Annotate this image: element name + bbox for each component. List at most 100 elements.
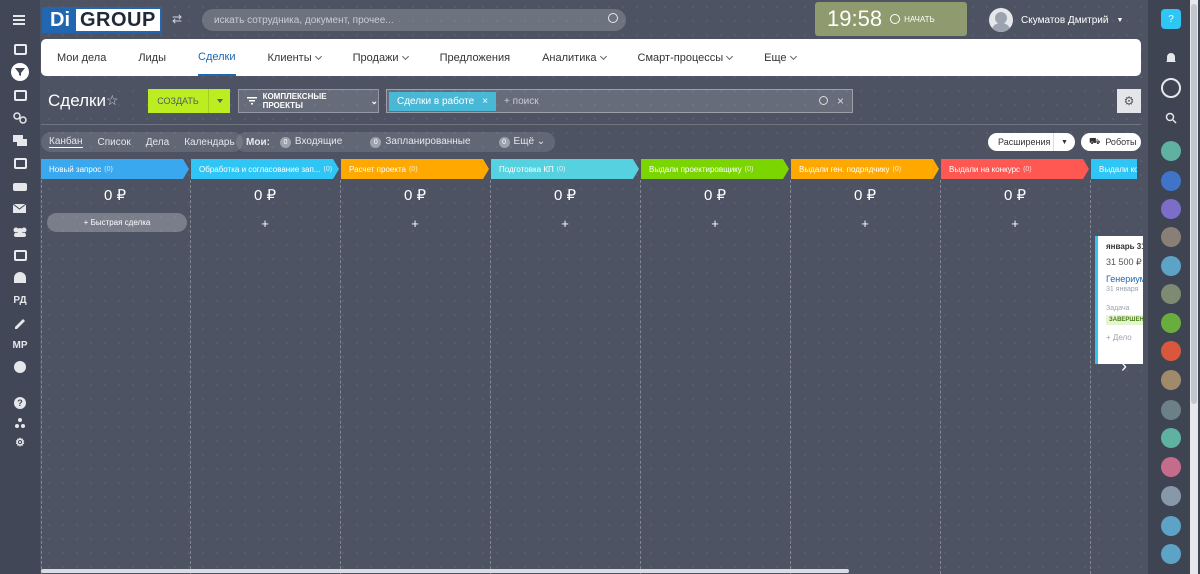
contact-avatar[interactable] (1161, 341, 1181, 361)
play-icon (890, 14, 901, 24)
global-search-input[interactable]: искать сотрудника, документ, прочее... (202, 9, 626, 31)
contact-avatar[interactable] (1161, 256, 1181, 276)
contact-avatar[interactable] (1161, 227, 1181, 247)
contact-avatar[interactable] (1161, 486, 1181, 506)
page-scrollbar[interactable] (1190, 0, 1198, 574)
help-icon[interactable]: ? (1161, 9, 1181, 29)
contact-avatar[interactable] (1161, 400, 1181, 420)
nav-item-6[interactable]: Аналитика (542, 39, 607, 76)
contact-avatar[interactable] (1161, 313, 1181, 333)
view-tab-1[interactable]: Список (98, 137, 131, 148)
column-sum: 0 ₽ (703, 187, 727, 204)
sidebar-item-mr[interactable]: МР (0, 334, 40, 356)
robots-button[interactable]: ⛟ Роботы (1081, 133, 1141, 151)
more-counter[interactable]: 0 Ещё ⌄ (498, 136, 545, 148)
chat-icon[interactable] (0, 130, 40, 152)
crm-icon[interactable] (0, 61, 40, 83)
nav-item-7[interactable]: Смарт-процессы (638, 39, 734, 76)
view-tab-2[interactable]: Дела (146, 137, 169, 148)
nav-item-5[interactable]: Предложения (440, 39, 511, 76)
nav-item-1[interactable]: Лиды (138, 39, 166, 76)
add-deal-icon[interactable]: + (941, 216, 1089, 231)
nav-item-3[interactable]: Клиенты (268, 39, 322, 76)
column-header[interactable]: Выдали ген. подрядчику (0) (791, 159, 939, 179)
extensions-button[interactable]: Расширения ▼ (988, 133, 1075, 151)
contact-avatar[interactable] (1161, 199, 1181, 219)
column-name: Новый запрос (49, 164, 102, 174)
user-menu[interactable]: Скуматов Дмитрий ▼ (989, 8, 1123, 32)
employees-icon[interactable] (0, 221, 40, 243)
planned-counter[interactable]: 0 Запланированные (370, 136, 471, 148)
column-header[interactable]: Расчет проекта (0) (341, 159, 489, 179)
search-icon[interactable] (819, 96, 828, 105)
company-logo[interactable]: Di GROUP (42, 7, 162, 33)
category-select-button[interactable]: КОМПЛЕКСНЫЕ ПРОЕКТЫ ⌄ (238, 89, 379, 113)
contact-avatar[interactable] (1161, 544, 1181, 564)
column-count: (0) (408, 165, 418, 173)
checklist-icon[interactable] (0, 84, 40, 106)
sign-icon[interactable] (0, 312, 40, 334)
start-day-button[interactable]: НАЧАТЬ (890, 14, 935, 24)
column-divider (640, 180, 641, 574)
search-icon[interactable] (1161, 108, 1181, 128)
deal-title[interactable]: январь 31 (1106, 242, 1143, 251)
help-icon[interactable]: ? (0, 392, 40, 414)
column-header[interactable]: Выдали кон (1091, 159, 1137, 179)
column-header[interactable]: Подготовка КП (0) (491, 159, 639, 179)
create-dropdown-button[interactable] (208, 89, 230, 113)
quick-deal-button[interactable]: + Быстрая сделка (47, 213, 187, 232)
drive-icon[interactable] (0, 175, 40, 197)
add-deal-icon[interactable]: + (641, 216, 789, 231)
view-tab-0[interactable]: Канбан (49, 136, 83, 148)
contact-avatar[interactable] (1161, 171, 1181, 191)
calendar-icon[interactable] (0, 152, 40, 174)
contact-avatar[interactable] (1161, 457, 1181, 477)
contact-avatar[interactable] (1161, 428, 1181, 448)
menu-icon[interactable] (0, 9, 40, 31)
add-deal-icon[interactable]: + (341, 216, 489, 231)
clear-icon[interactable]: × (837, 94, 844, 108)
chevron-down-icon[interactable]: ▼ (1053, 133, 1075, 151)
star-icon[interactable]: ☆ (106, 92, 119, 109)
create-button[interactable]: СОЗДАТЬ (148, 89, 230, 113)
timeline-icon[interactable] (1161, 78, 1181, 98)
nav-item-4[interactable]: Продажи (353, 39, 409, 76)
column-header[interactable]: Новый запрос (0) (41, 159, 189, 179)
add-deal-icon[interactable]: + (491, 216, 639, 231)
nav-item-2[interactable]: Сделки (198, 39, 236, 76)
add-deal-icon[interactable]: + (791, 216, 939, 231)
deal-company[interactable]: Генериум (1106, 274, 1143, 284)
column-sum: 0 ₽ (553, 187, 577, 204)
scroll-right-icon[interactable]: › (1121, 356, 1127, 377)
sites-icon[interactable] (0, 107, 40, 129)
android-icon[interactable] (0, 267, 40, 289)
mail-icon[interactable] (0, 198, 40, 220)
work-day-widget[interactable]: 19:58 НАЧАТЬ (815, 2, 967, 36)
nav-item-8[interactable]: Еще (764, 39, 797, 76)
view-tab-3[interactable]: Календарь (184, 137, 234, 148)
more-icon[interactable] (0, 356, 40, 378)
contact-avatar[interactable] (1161, 516, 1181, 536)
horizontal-scrollbar[interactable] (41, 569, 849, 573)
contact-card-icon[interactable] (0, 244, 40, 266)
settings-button[interactable]: ⚙ (1117, 89, 1141, 113)
column-header[interactable]: Выдали проектировщику (0) (641, 159, 789, 179)
contact-avatar[interactable] (1161, 370, 1181, 390)
deal-card[interactable]: январь 31 31 500 ₽ Генериум 31 января За… (1095, 236, 1143, 364)
add-deal-icon[interactable]: + (191, 216, 339, 231)
settings-icon[interactable]: ⚙ (0, 431, 40, 453)
column-header[interactable]: Выдали на конкурс (0) (941, 159, 1089, 179)
contact-avatar[interactable] (1161, 141, 1181, 161)
add-activity-link[interactable]: + Дело (1106, 333, 1143, 342)
filter-chip[interactable]: Сделки в работе × (389, 91, 497, 111)
tasks-icon[interactable] (0, 38, 40, 60)
filter-search-field[interactable]: Сделки в работе × + поиск × (386, 89, 853, 113)
sidebar-item-rd[interactable]: РД (0, 289, 40, 311)
incoming-counter[interactable]: 0 Входящие (279, 136, 342, 148)
search-icon[interactable] (608, 13, 618, 23)
contact-avatar[interactable] (1161, 284, 1181, 304)
bell-icon[interactable] (1161, 48, 1181, 68)
nav-item-0[interactable]: Мои дела (57, 39, 106, 76)
swap-icon[interactable]: ⇄ (172, 12, 182, 26)
column-header[interactable]: Обработка и согласование зап... (0) (191, 159, 339, 179)
